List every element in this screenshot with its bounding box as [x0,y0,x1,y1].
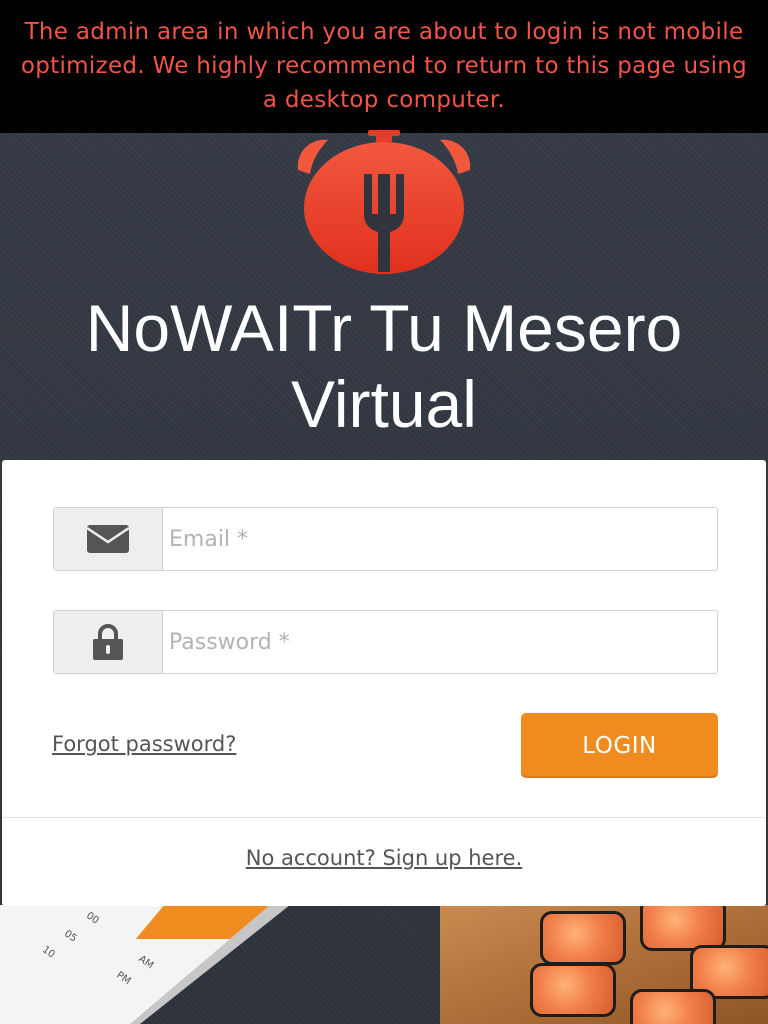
envelope-icon [87,525,129,553]
password-input[interactable] [163,611,717,673]
signup-row: No account? Sign up here. [2,846,766,870]
lock-icon [93,624,123,660]
signup-link[interactable]: No account? Sign up here. [246,846,523,870]
tablet-label: 10 [39,944,57,961]
tablet-label: AM [136,953,156,972]
mobile-warning-text: The admin area in which you are about to… [20,19,748,113]
email-field-group [53,507,718,571]
background-illustration: 00 05 10 AM PM [0,905,768,1024]
app-title: NoWAITr Tu Mesero Virtual [85,291,683,441]
forgot-password-link[interactable]: Forgot password? [52,732,236,756]
password-field-group [53,610,718,674]
tablet-label: 00 [83,910,101,927]
sushi-piece [530,963,616,1017]
sushi-piece [630,989,716,1024]
email-input[interactable] [163,508,717,570]
sushi-board-image [440,905,768,1024]
password-addon [54,611,163,673]
login-card: Forgot password? LOGIN No account? Sign … [2,460,766,906]
email-addon [54,508,163,570]
mobile-warning-banner: The admin area in which you are about to… [0,0,768,133]
sushi-piece [540,911,626,965]
tablet-screen: 00 05 10 AM PM [0,905,270,1024]
tablet-label: 05 [61,928,79,945]
alarm-clock-fork-icon [297,130,471,274]
tablet-label: PM [114,969,133,988]
card-divider [2,817,766,818]
login-button[interactable]: LOGIN [521,713,718,778]
